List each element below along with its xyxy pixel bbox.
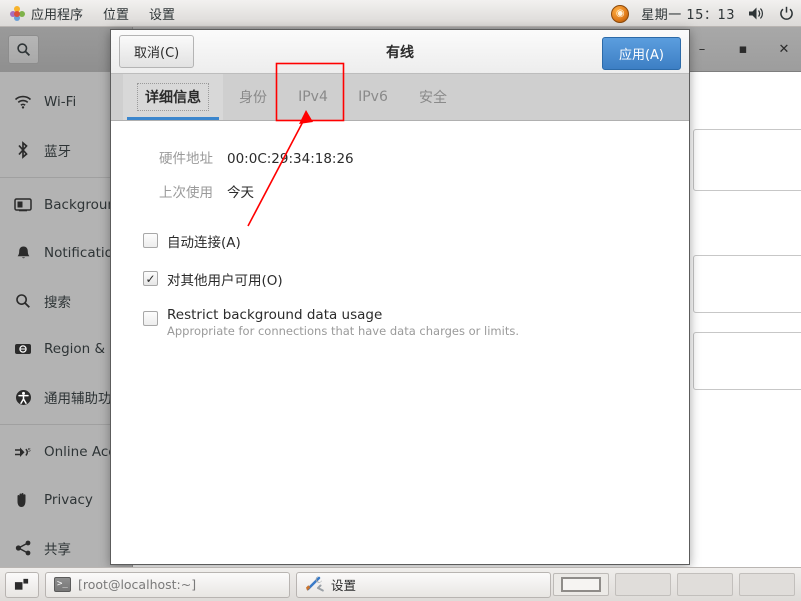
restrict-background-text-group: Restrict background data usage Appropria…: [167, 307, 519, 338]
bell-icon: [14, 244, 32, 262]
sidebar-item-accessibility-label: 通用辅助功: [44, 391, 112, 407]
clock[interactable]: 星期一 15：13: [641, 4, 735, 23]
hardware-address-label: 硬件地址: [159, 151, 213, 167]
available-to-others-row[interactable]: ✓ 对其他用户可用(O): [111, 269, 689, 289]
auto-connect-checkbox[interactable]: [143, 233, 158, 248]
close-button[interactable]: ✕: [777, 43, 791, 56]
show-desktop-button[interactable]: [5, 571, 39, 598]
panel-menu-applications-label: 应用程序: [31, 7, 84, 23]
restrict-background-sublabel: Appropriate for connections that have da…: [167, 324, 519, 338]
taskbar: >_ [root@localhost:~] 设置: [0, 567, 801, 601]
available-to-others-label: 对其他用户可用(O): [167, 273, 283, 289]
top-panel: 应用程序 位置 设置 ◉ 星期一 15：13: [0, 0, 801, 27]
panel-menu-settings-label: 设置: [149, 7, 176, 23]
restrict-background-row[interactable]: Restrict background data usage Appropria…: [111, 307, 689, 338]
apply-button[interactable]: 应用(A): [601, 37, 681, 70]
network-card[interactable]: [693, 129, 801, 191]
auto-connect-label: 自动连接(A): [167, 235, 241, 251]
volume-icon[interactable]: [747, 5, 765, 23]
restrict-background-checkbox[interactable]: [143, 311, 158, 326]
power-icon[interactable]: [777, 5, 795, 23]
last-used-value: 今天: [227, 185, 254, 201]
dialog-body-details: 硬件地址 00:0C:29:34:18:26 上次使用 今天 自动连接(A) ✓…: [111, 121, 776, 601]
network-card[interactable]: [693, 332, 801, 390]
sidebar-item-online-accounts-label: Online Acc: [44, 444, 116, 460]
tab-identity[interactable]: 身份: [223, 74, 283, 120]
panel-menu-places[interactable]: 位置: [94, 1, 138, 26]
tab-security[interactable]: 安全: [403, 74, 463, 120]
hardware-address-value: 00:0C:29:34:18:26: [227, 151, 354, 167]
auto-connect-row[interactable]: 自动连接(A): [111, 231, 689, 251]
sidebar-item-wifi-label: Wi-Fi: [44, 94, 77, 110]
dialog-headerbar: 有线 取消(C) 应用(A): [111, 30, 689, 74]
tab-identity-label: 身份: [239, 90, 267, 106]
minimize-button[interactable]: –: [695, 43, 709, 56]
terminal-icon: >_: [54, 577, 71, 592]
restrict-background-label: Restrict background data usage: [167, 307, 383, 323]
workspace-2[interactable]: [615, 573, 671, 596]
sidebar-item-region-label: Region & L: [44, 341, 117, 357]
tab-ipv6-label: IPv6: [358, 89, 388, 105]
hardware-address-row: 硬件地址 00:0C:29:34:18:26: [111, 147, 689, 167]
panel-menu-settings[interactable]: 设置: [140, 1, 184, 26]
taskbar-window-terminal[interactable]: >_ [root@localhost:~]: [45, 571, 290, 598]
tab-ipv4[interactable]: IPv4: [283, 74, 343, 120]
region-icon: [14, 340, 32, 358]
sharing-icon: [14, 539, 32, 557]
tab-ipv4-label: IPv4: [298, 89, 328, 105]
workspace-switcher: [553, 573, 795, 596]
network-card[interactable]: [693, 255, 801, 313]
tab-details[interactable]: 详细信息: [123, 74, 223, 120]
sidebar-item-sharing-label: 共享: [44, 542, 71, 558]
cancel-button[interactable]: 取消(C): [119, 35, 195, 68]
available-to-others-checkbox[interactable]: ✓: [143, 271, 158, 286]
tab-ipv6[interactable]: IPv6: [343, 74, 403, 120]
sidebar-item-bluetooth-label: 蓝牙: [44, 144, 71, 160]
last-used-row: 上次使用 今天: [111, 181, 689, 201]
tab-details-label: 详细信息: [137, 83, 209, 111]
show-desktop-icon: [14, 578, 29, 590]
taskbar-window-settings-label: 设置: [331, 578, 357, 593]
desktop-screen: 应用程序 位置 设置 ◉ 星期一 15：13 – ▪ ✕ Wi-Fi 蓝牙 Ba…: [0, 0, 801, 601]
bluetooth-icon: [14, 141, 32, 159]
wired-connection-dialog: 有线 取消(C) 应用(A) 详细信息 身份 IPv4 IPv6 安全 硬件地址: [110, 29, 776, 601]
window-controls: – ▪ ✕: [695, 27, 791, 72]
accessibility-icon: [14, 388, 32, 406]
taskbar-window-settings[interactable]: 设置: [296, 571, 551, 598]
tab-security-label: 安全: [419, 90, 447, 106]
taskbar-window-terminal-label: [root@localhost:~]: [78, 577, 197, 592]
tools-icon: [305, 575, 324, 595]
last-used-label: 上次使用: [159, 185, 213, 201]
applications-icon: [10, 5, 25, 21]
workspace-4[interactable]: [739, 573, 795, 596]
maximize-button[interactable]: ▪: [736, 43, 750, 56]
sidebar-item-privacy-label: Privacy: [44, 492, 93, 508]
wifi-icon: [14, 93, 32, 111]
panel-menu-applications[interactable]: 应用程序: [2, 1, 92, 26]
svg-text:s: s: [28, 446, 31, 453]
sidebar-item-search-label: 搜索: [44, 295, 71, 311]
search-icon: [14, 292, 32, 310]
workspace-3[interactable]: [677, 573, 733, 596]
privacy-hand-icon: [14, 491, 32, 509]
panel-menu-places-label: 位置: [103, 7, 130, 23]
background-icon: [14, 196, 32, 214]
workspace-1[interactable]: [553, 573, 609, 596]
panel-status-area: ◉ 星期一 15：13: [611, 0, 795, 27]
dialog-tabbar: 详细信息 身份 IPv4 IPv6 安全: [111, 74, 689, 121]
firefox-icon[interactable]: ◉: [611, 4, 630, 23]
online-accounts-icon: s: [14, 443, 32, 461]
